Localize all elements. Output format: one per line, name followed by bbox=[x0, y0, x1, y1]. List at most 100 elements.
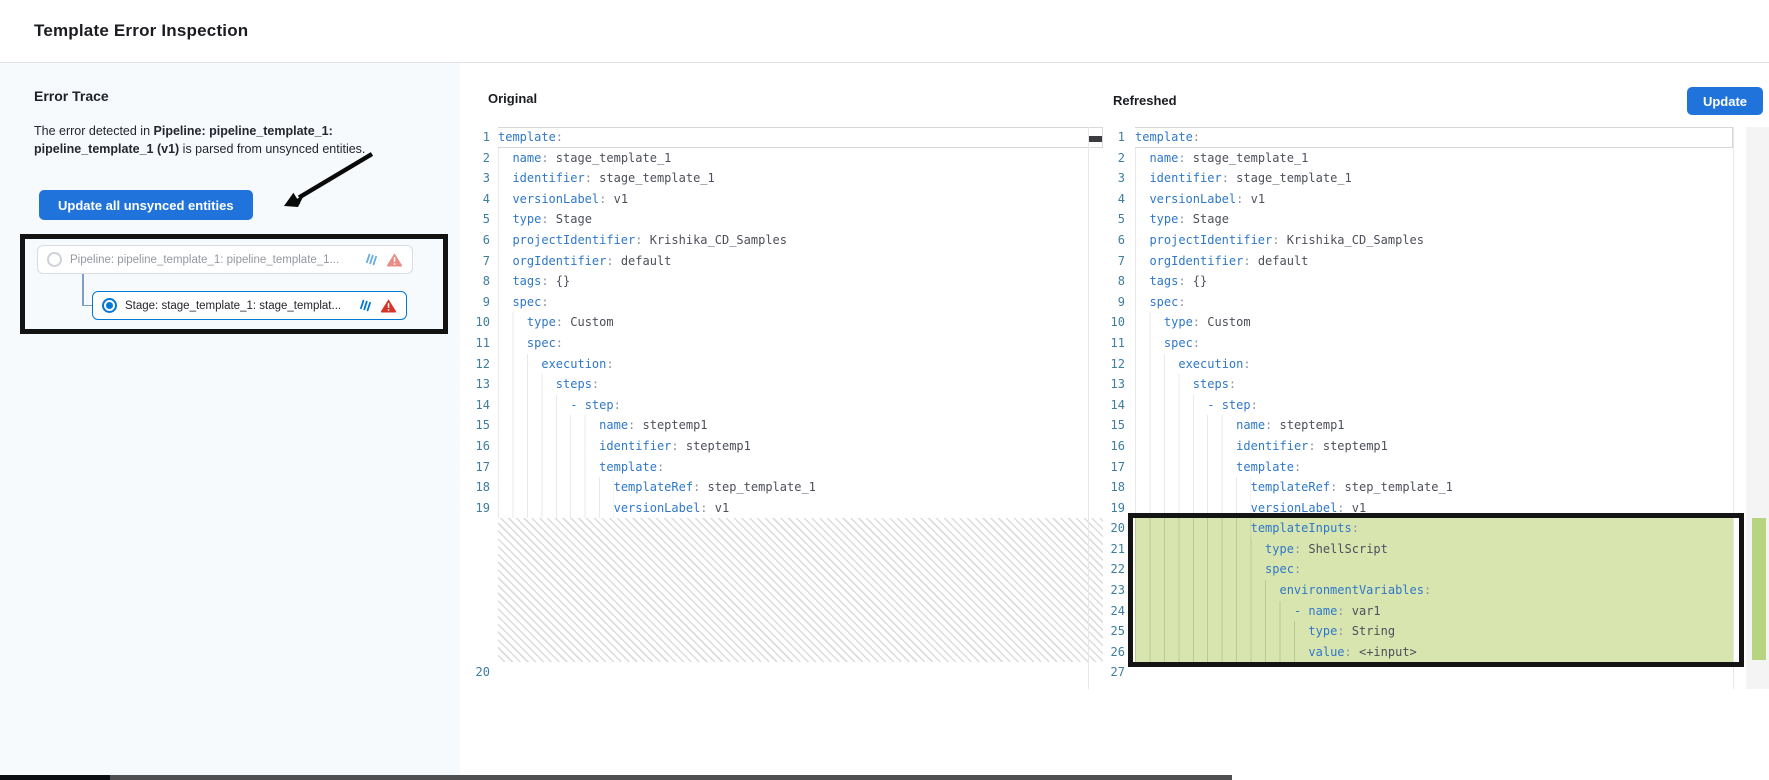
code-text: spec: bbox=[1135, 333, 1733, 354]
error-entity-tree: Pipeline: pipeline_template_1: pipeline_… bbox=[25, 239, 443, 329]
code-line[interactable]: 26value: <+input> bbox=[1103, 642, 1733, 663]
update-all-unsynced-button[interactable]: Update all unsynced entities bbox=[39, 190, 253, 220]
line-number: 17 bbox=[460, 457, 490, 478]
line-number: 13 bbox=[1103, 374, 1125, 395]
code-line[interactable]: 27 bbox=[1103, 662, 1733, 683]
update-button[interactable]: Update bbox=[1687, 87, 1763, 115]
code-text: name: steptemp1 bbox=[1135, 415, 1733, 436]
code-text: spec: bbox=[1135, 559, 1733, 580]
code-text: name: steptemp1 bbox=[498, 415, 1103, 436]
line-number: 26 bbox=[1103, 642, 1125, 663]
code-text: templateInputs: bbox=[1135, 518, 1733, 539]
code-line[interactable]: 3identifier: stage_template_1 bbox=[1103, 168, 1733, 189]
line-number: 23 bbox=[1103, 580, 1125, 601]
refreshed-pane-title: Refreshed bbox=[1113, 93, 1177, 109]
code-line[interactable]: 24- name: var1 bbox=[1103, 601, 1733, 622]
code-line[interactable]: 9spec: bbox=[460, 292, 1103, 313]
code-line[interactable]: 18templateRef: step_template_1 bbox=[460, 477, 1103, 498]
code-line[interactable]: 5type: Stage bbox=[460, 209, 1103, 230]
code-line[interactable]: 14- step: bbox=[460, 395, 1103, 416]
refreshed-yaml-editor[interactable]: 1template:2name: stage_template_13identi… bbox=[1103, 127, 1733, 683]
code-line[interactable]: 6projectIdentifier: Krishika_CD_Samples bbox=[1103, 230, 1733, 251]
code-line[interactable]: 20 bbox=[460, 662, 1103, 683]
code-text: orgIdentifier: default bbox=[498, 251, 1103, 272]
code-line[interactable]: 17template: bbox=[460, 457, 1103, 478]
code-line[interactable]: 2 name: stage_template_1 bbox=[460, 148, 1103, 169]
stage-radio[interactable] bbox=[102, 298, 117, 313]
code-line[interactable]: 1template: bbox=[460, 127, 1103, 148]
line-number: 3 bbox=[1103, 168, 1125, 189]
tree-item-stage[interactable]: Stage: stage_template_1: stage_templat..… bbox=[92, 291, 407, 320]
code-line[interactable]: 8tags: {} bbox=[1103, 271, 1733, 292]
code-line[interactable]: 12execution: bbox=[460, 354, 1103, 375]
tree-connector bbox=[82, 274, 84, 306]
code-line[interactable]: 16identifier: steptemp1 bbox=[1103, 436, 1733, 457]
code-line[interactable]: 7orgIdentifier: default bbox=[460, 251, 1103, 272]
code-line[interactable]: 20templateInputs: bbox=[1103, 518, 1733, 539]
template-library-icon bbox=[365, 253, 378, 266]
code-line[interactable]: 10type: Custom bbox=[460, 312, 1103, 333]
line-number: 10 bbox=[1103, 312, 1125, 333]
code-line[interactable]: 1 template: bbox=[1103, 127, 1733, 148]
code-line[interactable]: 25type: String bbox=[1103, 621, 1733, 642]
code-line[interactable]: 13 steps: bbox=[1103, 374, 1733, 395]
code-line[interactable]: 4versionLabel: v1 bbox=[460, 189, 1103, 210]
code-line[interactable]: 23environmentVariables: bbox=[1103, 580, 1733, 601]
code-line[interactable]: 7 orgIdentifier: default bbox=[1103, 251, 1733, 272]
bottom-bar-segment bbox=[0, 775, 110, 780]
line-number: 5 bbox=[460, 209, 490, 230]
code-line[interactable]: 4versionLabel: v1 bbox=[1103, 189, 1733, 210]
code-line[interactable]: 5type: Stage bbox=[1103, 209, 1733, 230]
code-line[interactable]: 9spec: bbox=[1103, 292, 1733, 313]
code-line[interactable]: 11 spec: bbox=[1103, 333, 1733, 354]
code-line[interactable]: 19versionLabel: v1 bbox=[1103, 498, 1733, 519]
code-line[interactable]: 12execution: bbox=[1103, 354, 1733, 375]
code-line[interactable]: 16identifier: steptemp1 bbox=[460, 436, 1103, 457]
code-text: template: bbox=[1135, 127, 1733, 148]
code-line[interactable]: 13steps: bbox=[460, 374, 1103, 395]
code-text: name: stage_template_1 bbox=[498, 148, 1103, 169]
code-line[interactable]: 6projectIdentifier: Krishika_CD_Samples bbox=[460, 230, 1103, 251]
pipeline-radio[interactable] bbox=[47, 252, 62, 267]
overview-ruler-scrollbar[interactable] bbox=[1746, 127, 1769, 689]
line-number: 4 bbox=[460, 189, 490, 210]
error-tree-annotation-box: Pipeline: pipeline_template_1: pipeline_… bbox=[20, 234, 448, 334]
line-number: 15 bbox=[1103, 415, 1125, 436]
code-text: orgIdentifier: default bbox=[1135, 251, 1733, 272]
tree-item-pipeline[interactable]: Pipeline: pipeline_template_1: pipeline_… bbox=[37, 245, 413, 274]
code-line[interactable]: 15 name: steptemp1 bbox=[460, 415, 1103, 436]
line-number: 1 bbox=[1103, 127, 1125, 148]
code-line[interactable]: 22spec: bbox=[1103, 559, 1733, 580]
code-line[interactable]: 15 name: steptemp1 bbox=[1103, 415, 1733, 436]
code-text bbox=[498, 662, 1103, 683]
code-line[interactable]: 10 type: Custom bbox=[1103, 312, 1733, 333]
code-text: projectIdentifier: Krishika_CD_Samples bbox=[498, 230, 1103, 251]
code-text: versionLabel: v1 bbox=[1135, 498, 1733, 519]
line-number: 15 bbox=[460, 415, 490, 436]
line-number: 6 bbox=[1103, 230, 1125, 251]
original-yaml-editor[interactable]: 1template:2 name: stage_template_13identi… bbox=[460, 127, 1103, 683]
line-number: 7 bbox=[1103, 251, 1125, 272]
line-number: 2 bbox=[460, 148, 490, 169]
code-text: template: bbox=[1135, 457, 1733, 478]
code-text: type: Custom bbox=[1135, 312, 1733, 333]
code-line[interactable]: 18templateRef: step_template_1 bbox=[1103, 477, 1733, 498]
line-number: 9 bbox=[1103, 292, 1125, 313]
line-number: 13 bbox=[460, 374, 490, 395]
line-number: 11 bbox=[1103, 333, 1125, 354]
code-line[interactable]: 21type: ShellScript bbox=[1103, 539, 1733, 560]
code-line[interactable]: 2name: stage_template_1 bbox=[1103, 148, 1733, 169]
code-line[interactable]: 14- step: bbox=[1103, 395, 1733, 416]
overview-cursor-marker bbox=[1089, 136, 1102, 142]
code-line[interactable]: 11spec: bbox=[460, 333, 1103, 354]
code-line[interactable]: 8tags: {} bbox=[460, 271, 1103, 292]
code-line[interactable]: 3identifier: stage_template_1 bbox=[460, 168, 1103, 189]
line-number: 8 bbox=[1103, 271, 1125, 292]
code-line[interactable]: 19versionLabel: v1 bbox=[460, 498, 1103, 519]
error-description-suffix: is parsed from unsynced entities. bbox=[179, 142, 365, 156]
code-text: steps: bbox=[1135, 374, 1733, 395]
line-number: 16 bbox=[1103, 436, 1125, 457]
code-line[interactable]: 17template: bbox=[1103, 457, 1733, 478]
code-text: execution: bbox=[1135, 354, 1733, 375]
code-text: - step: bbox=[498, 395, 1103, 416]
